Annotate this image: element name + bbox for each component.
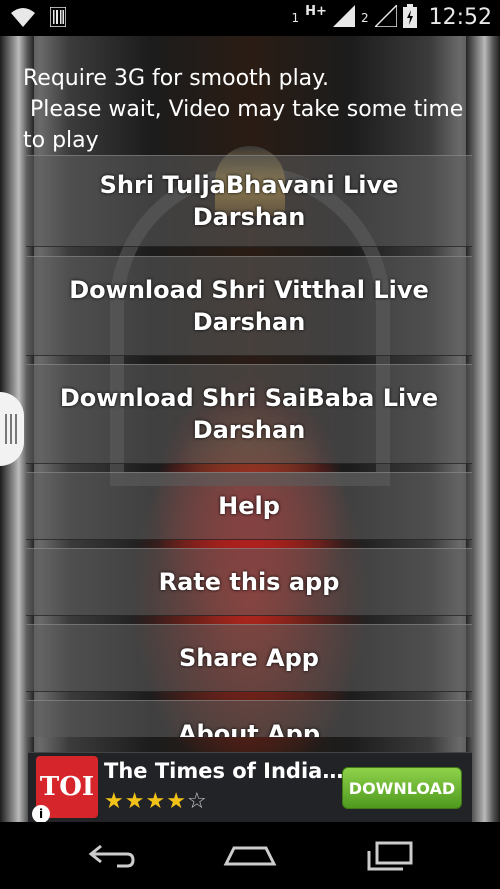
sim2-label: 2 (360, 10, 369, 25)
menu-list: Shri TuljaBhavani Live Darshan Download … (26, 155, 472, 737)
navigation-bar (0, 822, 500, 889)
ad-title: The Times of India… (104, 759, 344, 783)
menu-item-download-vitthal[interactable]: Download Shri Vitthal Live Darshan (26, 256, 472, 356)
wifi-icon (10, 6, 36, 32)
menu-item-label: Rate this app (158, 568, 340, 596)
sim1-label: 1 (291, 10, 300, 25)
network-type: H+ (305, 4, 327, 19)
star-empty-icon: ☆ (186, 789, 208, 814)
menu-item-label: Download Shri SaiBaba Live Darshan (59, 384, 439, 444)
menu-item-label: About App (177, 720, 321, 737)
menu-item-download-saibaba[interactable]: Download Shri SaiBaba Live Darshan (26, 364, 472, 464)
menu-item-label: Shri TuljaBhavani Live Darshan (99, 171, 399, 231)
home-icon[interactable] (220, 836, 280, 876)
ad-rating: ★★★★☆ (104, 789, 208, 814)
recents-icon[interactable] (360, 836, 420, 876)
menu-item-share-app[interactable]: Share App (26, 624, 472, 692)
signal-icon (332, 5, 355, 30)
notice-text: Require 3G for smooth play. Please wait,… (23, 66, 464, 153)
star-filled-icon: ★ (124, 789, 146, 814)
menu-item-label: Share App (179, 644, 319, 672)
star-filled-icon: ★ (145, 789, 167, 814)
ad-banner[interactable]: TOI i The Times of India… ★★★★☆ DOWNLOAD (28, 752, 472, 823)
signal-icon (372, 3, 398, 30)
barcode-icon (49, 6, 67, 31)
battery-icon (402, 4, 417, 31)
star-filled-icon: ★ (104, 789, 125, 814)
clock: 12:52 (428, 5, 492, 30)
menu-item-about-app[interactable]: About App (26, 700, 472, 737)
back-icon[interactable] (82, 836, 142, 876)
menu-item-label: Help (218, 492, 280, 520)
menu-item-tuljabhavani-live[interactable]: Shri TuljaBhavani Live Darshan (26, 155, 472, 247)
menu-item-rate-app[interactable]: Rate this app (26, 548, 472, 616)
ad-download-button[interactable]: DOWNLOAD (342, 767, 462, 809)
ad-info-icon[interactable]: i (32, 805, 50, 823)
menu-item-help[interactable]: Help (26, 472, 472, 540)
star-filled-icon: ★ (166, 789, 187, 814)
status-bar: 1 H+ 2 12:52 (0, 0, 500, 36)
menu-item-label: Download Shri Vitthal Live Darshan (69, 276, 429, 336)
